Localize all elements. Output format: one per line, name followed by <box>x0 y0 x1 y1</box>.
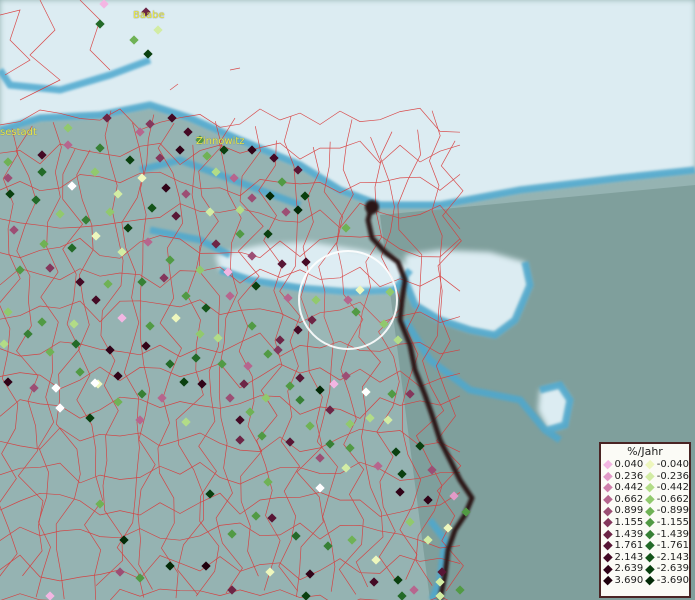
legend-swatch-negative <box>645 541 655 551</box>
track-end-marker <box>365 200 379 214</box>
legend-rows: 0.040 -0.040 0.236 -0.236 0.442 -0.442 0.662 -0… <box>601 459 689 587</box>
map-view[interactable]: Baabe Zinnowitz sestadt %/Jahr 0.040 -0.0… <box>0 0 695 600</box>
legend-value-negative: -1.761 <box>656 540 689 552</box>
map-canvas[interactable] <box>0 0 695 600</box>
legend-row: 2.639 -2.639 <box>601 563 689 575</box>
legend-row: 1.439 -1.439 <box>601 529 689 541</box>
legend-value-negative: -1.439 <box>656 528 689 540</box>
legend-swatch-negative <box>645 471 655 482</box>
legend-value-negative: -0.236 <box>656 470 689 482</box>
legend-swatch-positive <box>603 529 613 540</box>
legend-swatch-negative <box>645 552 655 563</box>
legend-value-positive: 1.761 <box>614 540 644 552</box>
legend-swatch-positive <box>603 576 613 586</box>
legend-value-negative: -2.639 <box>656 563 689 575</box>
legend-swatch-negative <box>645 494 655 505</box>
legend-row: 0.442 -0.442 <box>601 482 689 494</box>
legend-value-negative: -0.662 <box>656 493 689 505</box>
legend-swatch-positive <box>603 483 613 493</box>
place-label-baabe[interactable]: Baabe <box>133 10 165 21</box>
legend-swatch-negative <box>645 564 655 574</box>
legend-value-negative: -1.155 <box>656 516 689 528</box>
legend-value-negative: -0.040 <box>656 459 689 470</box>
legend-swatch-negative <box>645 460 655 470</box>
legend-swatch-positive <box>603 471 613 482</box>
legend-value-positive: 3.690 <box>614 574 644 586</box>
legend-swatch-positive <box>603 506 613 516</box>
legend-row: 0.899 -0.899 <box>601 505 689 517</box>
legend-swatch-positive <box>603 564 613 574</box>
legend-row: 3.690 -3.690 <box>601 575 689 587</box>
legend-row: 1.155 -1.155 <box>601 517 689 529</box>
legend-row: 1.761 -1.761 <box>601 540 689 552</box>
legend-swatch-negative <box>645 576 655 586</box>
legend-value-positive: 1.439 <box>614 528 644 540</box>
legend-swatch-negative <box>645 518 655 528</box>
place-label-sestadt[interactable]: sestadt <box>0 127 37 138</box>
legend-title: %/Jahr <box>627 445 663 458</box>
legend-value-negative: -0.899 <box>656 505 689 517</box>
legend-row: 2.143 -2.143 <box>601 552 689 564</box>
legend-value-positive: 0.040 <box>614 459 644 470</box>
legend-swatch-positive <box>603 552 613 563</box>
legend-swatch-negative <box>645 506 655 516</box>
legend-value-negative: -3.690 <box>656 574 689 586</box>
legend-value-negative: -0.442 <box>656 482 689 494</box>
legend-value-positive: 2.639 <box>614 563 644 575</box>
legend-swatch-negative <box>645 483 655 493</box>
legend-value-positive: 0.662 <box>614 493 644 505</box>
legend-swatch-positive <box>603 494 613 505</box>
legend-value-positive: 0.899 <box>614 505 644 517</box>
legend-value-positive: 2.143 <box>614 551 644 563</box>
legend-value-positive: 0.236 <box>614 470 644 482</box>
velocity-legend: %/Jahr 0.040 -0.040 0.236 -0.236 0.442 -0.442… <box>599 442 691 598</box>
legend-swatch-negative <box>645 529 655 540</box>
legend-row: 0.662 -0.662 <box>601 494 689 506</box>
legend-row: 0.236 -0.236 <box>601 471 689 483</box>
place-label-zinnowitz[interactable]: Zinnowitz <box>196 136 245 147</box>
legend-value-negative: -2.143 <box>656 551 689 563</box>
legend-value-positive: 1.155 <box>614 516 644 528</box>
legend-value-positive: 0.442 <box>614 482 644 494</box>
legend-swatch-positive <box>603 541 613 551</box>
legend-swatch-positive <box>603 518 613 528</box>
legend-row: 0.040 -0.040 <box>601 459 689 471</box>
legend-swatch-positive <box>603 460 613 470</box>
